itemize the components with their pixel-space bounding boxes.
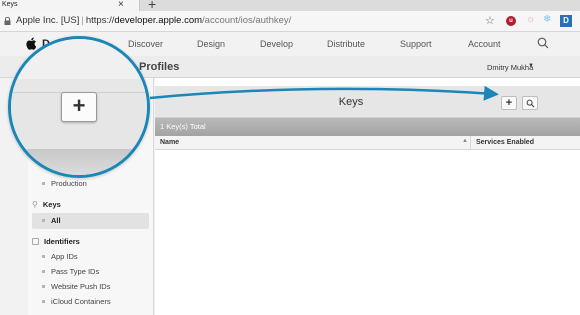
- extension-d-icon[interactable]: D: [560, 15, 572, 27]
- browser-window: Keys × + Apple Inc. [US] | https://develop…: [0, 0, 580, 315]
- search-keys-button[interactable]: [522, 96, 538, 110]
- url-host: developer.apple.com: [114, 15, 203, 26]
- site-identity: Apple Inc. [US]: [16, 15, 80, 26]
- url-scheme: https://: [85, 15, 115, 26]
- tab-close-icon[interactable]: ×: [118, 0, 124, 11]
- tab-strip: Keys × +: [0, 0, 580, 11]
- page-title: Keys: [338, 96, 364, 108]
- add-key-button[interactable]: +: [501, 96, 517, 110]
- extension-sun-icon[interactable]: ☼: [526, 14, 535, 25]
- url-text[interactable]: Apple Inc. [US] | https://developer.apple.…: [16, 15, 291, 27]
- sidebar-item-label: App IDs: [51, 252, 78, 261]
- search-icon[interactable]: [537, 37, 549, 49]
- bullet-icon: [42, 285, 45, 289]
- sidebar-heading-label: Identifiers: [44, 237, 80, 246]
- tab-title: Keys: [2, 1, 18, 8]
- user-menu-caret-icon[interactable]: ▼: [528, 63, 534, 69]
- extension-ublock-icon[interactable]: u: [506, 16, 516, 26]
- sidebar-item-label: Production: [51, 179, 87, 188]
- id-card-icon: [32, 238, 39, 245]
- magnified-add-button: +: [61, 92, 97, 122]
- key-icon: ⚲: [32, 200, 38, 209]
- sidebar-item-label: Pass Type IDs: [51, 267, 100, 276]
- bullet-icon: [42, 255, 45, 259]
- nav-link-design[interactable]: Design: [197, 39, 225, 49]
- lock-icon: [4, 17, 11, 25]
- sidebar-item-pass-type-ids[interactable]: Pass Type IDs: [28, 264, 154, 280]
- sidebar-item-app-ids[interactable]: App IDs: [28, 249, 154, 265]
- sidebar-item-production[interactable]: Production: [28, 176, 154, 192]
- search-icon: [526, 99, 534, 108]
- nav-link-support[interactable]: Support: [400, 39, 432, 49]
- address-bar[interactable]: Apple Inc. [US] | https://developer.apple.…: [0, 11, 580, 32]
- column-divider: [470, 136, 471, 150]
- sidebar-item-label: Website Push IDs: [51, 282, 111, 291]
- sort-ascending-icon[interactable]: ▲: [462, 138, 468, 144]
- nav-link-distribute[interactable]: Distribute: [327, 39, 365, 49]
- sidebar-heading-label: Keys: [42, 200, 61, 209]
- bullet-icon: [42, 219, 45, 223]
- bookmark-star-icon[interactable]: ☆: [485, 14, 495, 27]
- sidebar-item-keys-all[interactable]: All: [32, 213, 149, 229]
- sidebar-item-label: iCloud Containers: [51, 297, 111, 306]
- column-header-services[interactable]: Services Enabled: [476, 139, 534, 146]
- sidebar-item-more[interactable]: [28, 309, 154, 315]
- key-count-text: 1 Key(s) Total: [160, 122, 206, 131]
- bullet-icon: [42, 300, 45, 304]
- column-header-name[interactable]: Name: [160, 139, 179, 146]
- sidebar-heading-identifiers[interactable]: Identifiers: [32, 237, 80, 246]
- key-count-bar: 1 Key(s) Total: [155, 118, 580, 136]
- sidebar-item-website-push-ids[interactable]: Website Push IDs: [28, 279, 154, 295]
- bullet-icon: [42, 182, 45, 186]
- magnifier-callout: +: [8, 36, 150, 178]
- table-header: Name ▲ Services Enabled: [155, 136, 580, 150]
- bullet-icon: [42, 270, 45, 274]
- extension-snowflake-icon[interactable]: ❄: [543, 14, 551, 25]
- new-tab-icon[interactable]: +: [148, 0, 156, 11]
- nav-link-develop[interactable]: Develop: [260, 39, 293, 49]
- user-menu-name[interactable]: Dmitry Mukha: [487, 63, 533, 72]
- sidebar-heading-keys[interactable]: ⚲ Keys: [32, 200, 61, 209]
- nav-link-account[interactable]: Account: [468, 39, 501, 49]
- sidebar-item-icloud-containers[interactable]: iCloud Containers: [28, 294, 154, 310]
- browser-tab[interactable]: Keys ×: [0, 0, 140, 11]
- url-path: /account/ios/authkey/: [202, 15, 292, 26]
- magnified-header-band: [11, 79, 147, 93]
- sidebar-item-label: All: [51, 216, 61, 225]
- magnified-count-bar: [11, 149, 147, 175]
- main-content: Keys + 1 Key(s) Total Name ▲ Services En…: [155, 78, 580, 315]
- keys-title-bar: Keys +: [155, 86, 580, 118]
